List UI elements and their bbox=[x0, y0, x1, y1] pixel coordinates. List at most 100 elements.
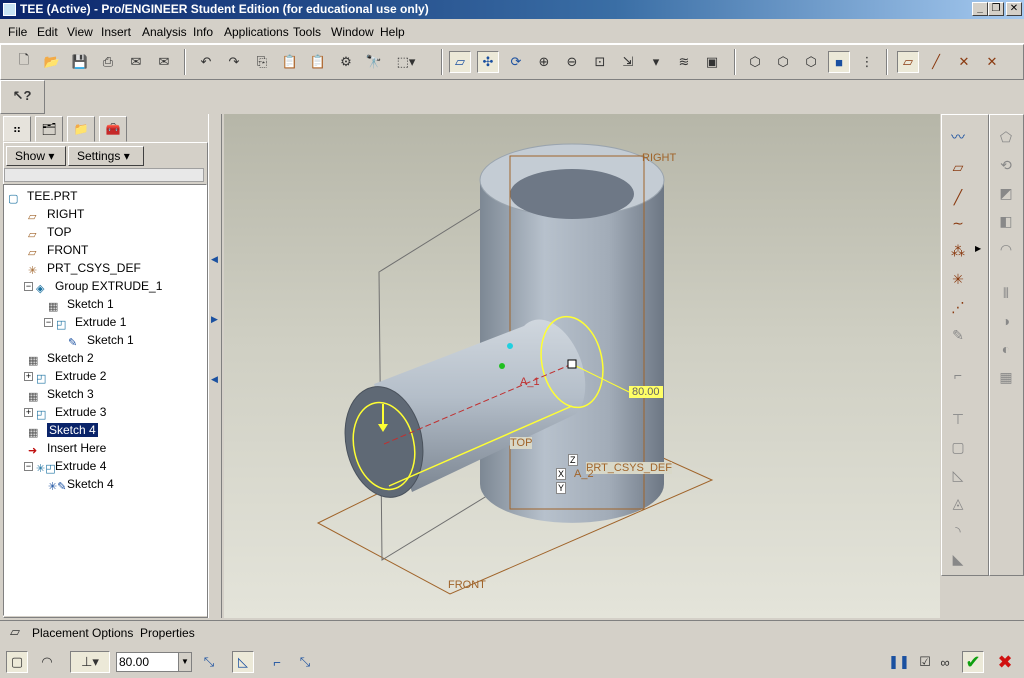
paste-icon[interactable]: 📋 bbox=[279, 51, 301, 73]
model-tree-tab-icon[interactable]: ⠶ bbox=[3, 116, 31, 142]
menu-edit[interactable]: Edit bbox=[37, 25, 58, 39]
datum-axis-tool-icon[interactable]: ╱ bbox=[945, 184, 971, 210]
options-tab[interactable]: Options bbox=[92, 626, 133, 640]
tree-node[interactable]: ▦ Sketch 1 bbox=[48, 295, 114, 313]
refit-icon[interactable]: ⊡ bbox=[589, 51, 611, 73]
datum-planes-display-icon[interactable]: ▱ bbox=[449, 51, 471, 73]
menu-info[interactable]: Info bbox=[193, 25, 213, 39]
tree-node[interactable]: ✳◰Extrude 4 bbox=[36, 457, 106, 475]
properties-tab[interactable]: Properties bbox=[140, 626, 195, 640]
trim-tool-icon[interactable]: ◐ bbox=[993, 336, 1019, 362]
spin-center-icon[interactable]: ✣ bbox=[477, 51, 499, 73]
collapse-left-icon[interactable]: ◀ bbox=[211, 254, 218, 265]
menu-applications[interactable]: Applications bbox=[224, 25, 289, 39]
plane-display-icon[interactable]: ▱ bbox=[897, 51, 919, 73]
tree-node[interactable]: ◰ Extrude 3 bbox=[36, 403, 106, 421]
cancel-x-icon[interactable]: ✖ bbox=[994, 651, 1016, 673]
restore-button[interactable]: ❐ bbox=[988, 2, 1004, 16]
mirror-tool-icon[interactable]: ⫴ bbox=[993, 280, 1019, 306]
minimize-button[interactable]: _ bbox=[972, 2, 988, 16]
regenerate-icon[interactable]: ⚙ bbox=[335, 51, 357, 73]
remove-material-icon[interactable]: ◺ bbox=[232, 651, 254, 673]
tree-expander[interactable]: − bbox=[24, 282, 33, 291]
menu-window[interactable]: Window bbox=[331, 25, 374, 39]
datum-plane-tool-icon[interactable]: ▱ bbox=[945, 154, 971, 180]
tree-expander[interactable]: + bbox=[24, 408, 33, 417]
saved-views-icon[interactable]: ▾ bbox=[645, 51, 667, 73]
round-tool-icon[interactable]: ◝ bbox=[945, 518, 971, 544]
layers-icon[interactable]: ≋ bbox=[673, 51, 695, 73]
hidden-line-icon[interactable]: ⬡ bbox=[772, 51, 794, 73]
chamfer-tool-icon[interactable]: ◣ bbox=[945, 546, 971, 572]
connections-tab-icon[interactable]: 🧰 bbox=[99, 116, 127, 142]
tree-node[interactable]: ✎ Sketch 1 bbox=[68, 331, 134, 349]
tree-node[interactable]: ✳✎Sketch 4 bbox=[48, 475, 114, 493]
solid-extrude-icon[interactable]: ▢ bbox=[6, 651, 28, 673]
flip-material-icon[interactable]: ⤡ bbox=[294, 651, 316, 673]
analysis-tool-icon[interactable]: ⋰ bbox=[945, 294, 971, 320]
paste-special-icon[interactable]: 📋 bbox=[307, 51, 329, 73]
surface-extrude-icon[interactable]: ◠ bbox=[36, 651, 58, 673]
placement-tab[interactable]: Placement bbox=[32, 626, 89, 640]
menu-analysis[interactable]: Analysis bbox=[142, 25, 187, 39]
tree-node[interactable]: ▦ Sketch 3 bbox=[28, 385, 94, 403]
point-display-icon[interactable]: ✕ bbox=[953, 51, 975, 73]
show-button[interactable]: Show ▾ bbox=[6, 146, 66, 166]
tree-expander[interactable]: − bbox=[24, 462, 33, 471]
menu-insert[interactable]: Insert bbox=[101, 25, 131, 39]
accept-checkmark-icon[interactable]: ✔ bbox=[962, 651, 984, 673]
menu-view[interactable]: View bbox=[67, 25, 93, 39]
tree-node[interactable]: ✳ PRT_CSYS_DEF bbox=[28, 259, 141, 277]
menu-file[interactable]: File bbox=[8, 25, 27, 39]
context-help-icon[interactable]: ↖? bbox=[11, 85, 33, 107]
zoom-in-icon[interactable]: ⊕ bbox=[533, 51, 555, 73]
collapse-left-icon[interactable]: ◀ bbox=[211, 374, 218, 385]
send-mail-icon[interactable]: ✉ bbox=[125, 51, 147, 73]
selection-box-icon[interactable]: ⬚▾ bbox=[391, 51, 421, 73]
depth-dimension-value[interactable]: 80.00 bbox=[629, 386, 663, 398]
axis-display-icon[interactable]: ╱ bbox=[925, 51, 947, 73]
flyout-arrow-icon[interactable]: ▶ bbox=[975, 244, 981, 253]
tree-expander[interactable]: − bbox=[44, 318, 53, 327]
expand-right-icon[interactable]: ▶ bbox=[211, 314, 218, 325]
hole-tool-icon[interactable]: ⊤ bbox=[945, 406, 971, 432]
draft-tool-icon[interactable]: ◬ bbox=[945, 490, 971, 516]
model-tree-icon[interactable]: ⋮ bbox=[856, 51, 878, 73]
tree-node[interactable]: ▱ FRONT bbox=[28, 241, 88, 259]
tree-node[interactable]: ▱ TOP bbox=[28, 223, 71, 241]
flip-direction-icon[interactable]: ⤡ bbox=[198, 651, 220, 673]
rib-tool-icon[interactable]: ◺ bbox=[945, 462, 971, 488]
find-icon[interactable]: 🔭 bbox=[363, 51, 385, 73]
new-file-icon[interactable]: 🗋 bbox=[13, 51, 35, 73]
zoom-out-icon[interactable]: ⊖ bbox=[561, 51, 583, 73]
datum-curve-sketch-icon[interactable]: 〰 bbox=[945, 124, 971, 150]
datum-curve-tool-icon[interactable]: ∼ bbox=[945, 210, 971, 236]
orient-mode-icon[interactable]: ⟳ bbox=[505, 51, 527, 73]
tree-node[interactable]: ◈ Group EXTRUDE_1 bbox=[36, 277, 162, 295]
tree-node[interactable]: ▢ TEE.PRT bbox=[8, 187, 77, 205]
csys-display-icon[interactable]: ✕ bbox=[981, 51, 1003, 73]
boundary-blend-icon[interactable]: ◠ bbox=[993, 236, 1019, 262]
redo-icon[interactable]: ↷ bbox=[223, 51, 245, 73]
open-folder-icon[interactable]: 📂 bbox=[41, 51, 63, 73]
menu-tools[interactable]: Tools bbox=[293, 25, 321, 39]
depth-input[interactable] bbox=[116, 652, 180, 672]
print-icon[interactable]: ⎙ bbox=[97, 51, 119, 73]
depth-option-icon[interactable]: ⊥▾ bbox=[70, 651, 110, 673]
save-icon[interactable]: 💾 bbox=[69, 51, 91, 73]
undo-icon[interactable]: ↶ bbox=[195, 51, 217, 73]
reorient-icon[interactable]: ⇲ bbox=[617, 51, 639, 73]
panel-splitter[interactable]: ◀ ▶ ◀ bbox=[208, 114, 222, 618]
tree-node[interactable]: ◰ Extrude 1 bbox=[56, 313, 126, 331]
pencil-tool-icon[interactable]: ✎ bbox=[945, 322, 971, 348]
shell-tool-icon[interactable]: ▢ bbox=[945, 434, 971, 460]
csys-tool-icon[interactable]: ✳ bbox=[945, 266, 971, 292]
revolve-tool-icon[interactable]: ⟲ bbox=[993, 152, 1019, 178]
mail-link-icon[interactable]: ✉ bbox=[153, 51, 175, 73]
no-hidden-icon[interactable]: ⬡ bbox=[800, 51, 822, 73]
shading-icon[interactable]: ■ bbox=[828, 51, 850, 73]
extrude-tool-icon[interactable]: ⬠ bbox=[993, 124, 1019, 150]
depth-drag-handle[interactable] bbox=[567, 359, 577, 369]
variable-sweep-icon[interactable]: ◩ bbox=[993, 180, 1019, 206]
tree-node[interactable]: ▱ RIGHT bbox=[28, 205, 84, 223]
